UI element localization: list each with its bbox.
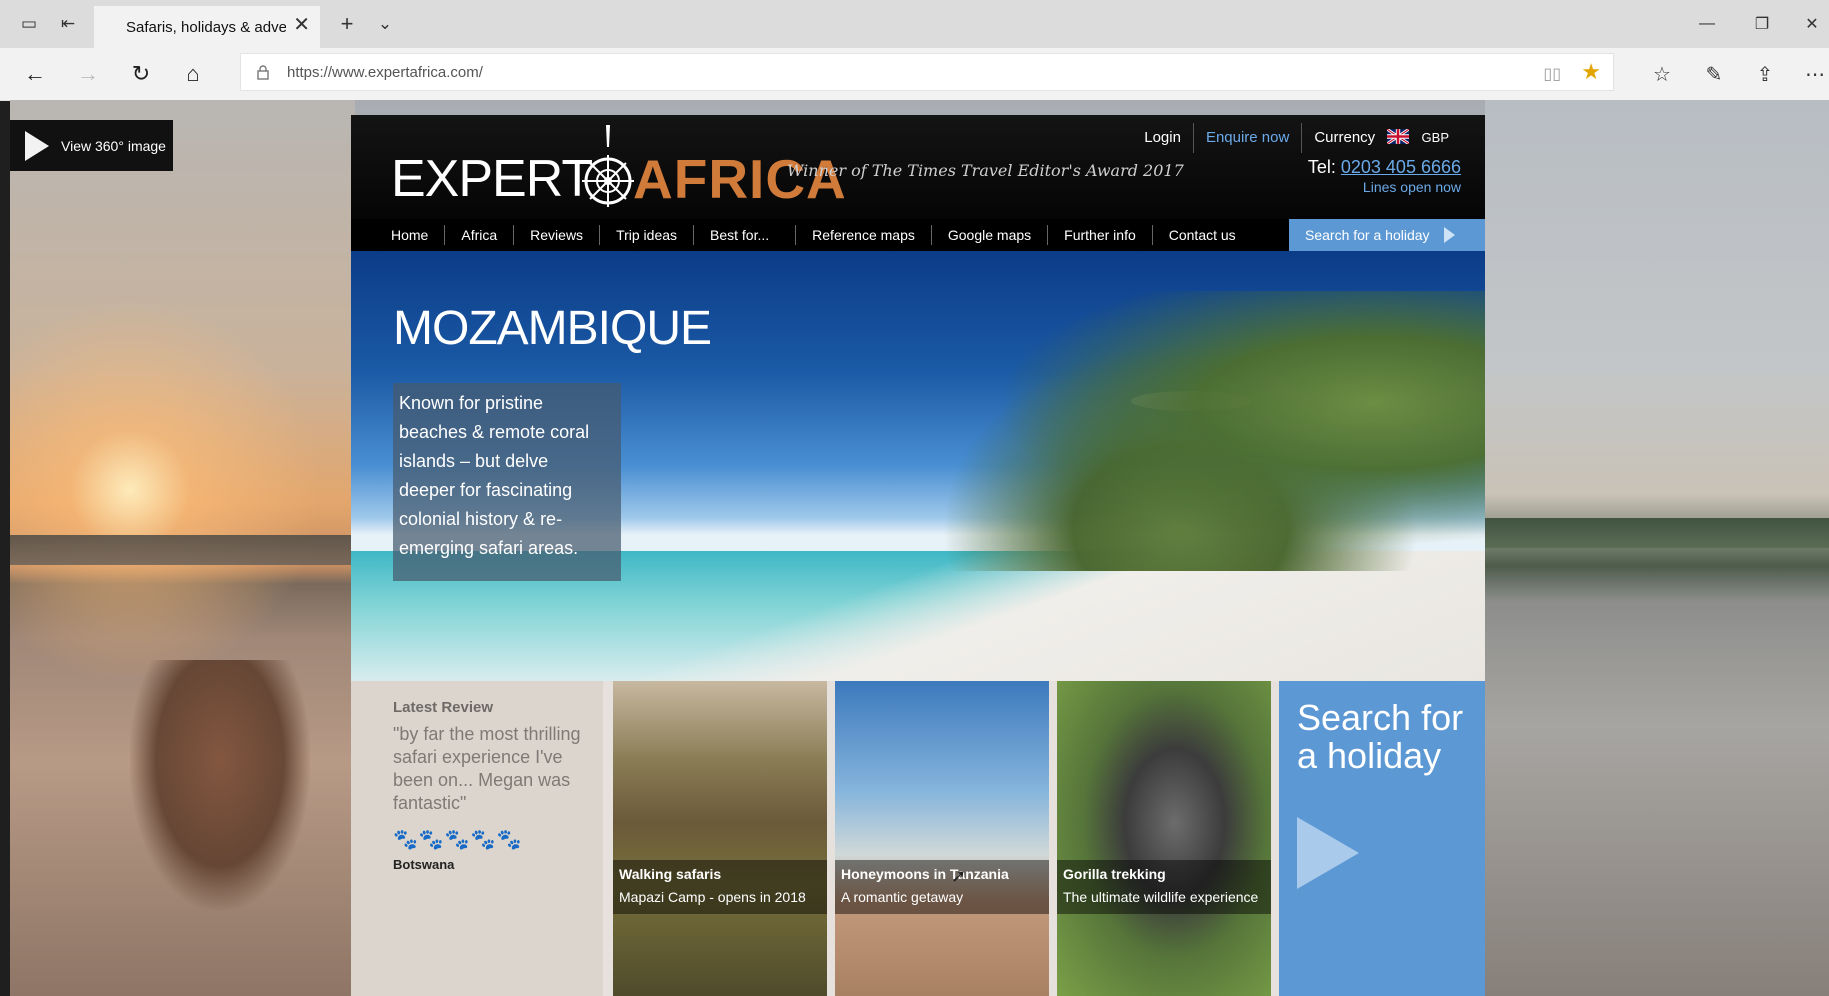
tel-number-link[interactable]: 0203 405 6666	[1341, 157, 1461, 177]
enquire-now-link[interactable]: Enquire now	[1192, 123, 1301, 153]
page-viewport: View 360° image EXPERT AFRICA Winner of …	[10, 100, 1829, 996]
browser-tab[interactable]: Safaris, holidays & adve ✕	[94, 6, 320, 48]
close-icon[interactable]: ✕	[293, 15, 310, 35]
nav-item-africa[interactable]: Africa	[444, 225, 513, 245]
tab-aside-icon[interactable]: ▭	[16, 12, 42, 36]
home-icon[interactable]: ⌂	[178, 60, 208, 88]
tile-honeymoons-tanzania[interactable]: Honeymoons in Tanzania A romantic getawa…	[835, 681, 1049, 996]
tile-subtitle: A romantic getaway	[841, 889, 964, 905]
tile-caption: Walking safaris Mapazi Camp - opens in 2…	[613, 860, 827, 914]
nav-item-reviews[interactable]: Reviews	[513, 225, 599, 245]
feature-tiles: Latest Review "by far the most thrilling…	[351, 681, 1485, 996]
favorites-icon[interactable]: ☆	[1647, 60, 1677, 88]
tile-subtitle: The ultimate wildlife experience	[1063, 889, 1259, 905]
browser-tab-bar: ▭ ⇤ Safaris, holidays & adve ✕ + ⌄ — ❐ ✕	[0, 0, 1829, 48]
favorite-star-icon[interactable]: ★	[1581, 59, 1601, 85]
currency-selector[interactable]: Currency GBP	[1301, 123, 1461, 153]
login-link[interactable]: Login	[1132, 123, 1193, 153]
compass-icon	[582, 125, 634, 207]
latest-review-panel[interactable]: Latest Review "by far the most thrilling…	[351, 681, 603, 996]
play-arrow-icon	[1443, 227, 1455, 243]
address-toolbar: ← → ↻ ⌂ https://www.expertafrica.com/ ▯▯…	[0, 48, 1829, 101]
restore-icon[interactable]: ❐	[1745, 12, 1779, 36]
view-360-button[interactable]: View 360° image	[10, 120, 173, 171]
hero-title: MOZAMBIQUE	[393, 302, 712, 355]
tile-title: Walking safaris	[619, 866, 722, 882]
tab-title: Safaris, holidays & adve	[126, 18, 286, 36]
back-icon[interactable]: ←	[20, 60, 50, 88]
lines-open-text: Lines open now	[1362, 179, 1461, 195]
review-heading: Latest Review	[393, 699, 494, 716]
background-shoreline	[1485, 518, 1829, 548]
pen-icon[interactable]: ✎	[1699, 60, 1729, 88]
tile-gorilla-trekking[interactable]: Gorilla trekking The ultimate wildlife e…	[1057, 681, 1271, 996]
tile-walking-safaris[interactable]: Walking safaris Mapazi Camp - opens in 2…	[613, 681, 827, 996]
play-icon	[1297, 817, 1359, 889]
background-photo-right	[1485, 100, 1829, 996]
more-icon[interactable]: ⋯	[1800, 60, 1829, 88]
new-tab-icon[interactable]: +	[334, 11, 360, 36]
nav-item-further-info[interactable]: Further info	[1047, 225, 1152, 245]
reading-view-icon[interactable]: ▯▯	[1543, 64, 1561, 84]
site-header: EXPERT AFRICA Winner of The Times Travel…	[351, 115, 1485, 219]
tile-caption: Honeymoons in Tanzania A romantic getawa…	[835, 860, 1049, 914]
lock-icon	[257, 65, 269, 80]
tile-title: Gorilla trekking	[1063, 866, 1166, 882]
hero-text: Known for pristine beaches & remote cora…	[399, 393, 590, 558]
tel-label: Tel:	[1307, 157, 1336, 177]
currency-label: Currency	[1314, 129, 1376, 146]
view-360-label: View 360° image	[61, 137, 166, 154]
window-close-icon[interactable]: ✕	[1795, 12, 1829, 36]
nav-item-google-maps[interactable]: Google maps	[930, 225, 1047, 245]
review-place: Botswana	[393, 857, 455, 872]
nav-item-best-for[interactable]: Best for...	[693, 225, 795, 245]
nav-item-contact-us[interactable]: Contact us	[1151, 225, 1252, 245]
forward-icon[interactable]: →	[73, 60, 103, 88]
review-quote: "by far the most thrilling safari experi…	[393, 724, 581, 813]
mouse-cursor-icon: ➚	[951, 866, 967, 886]
main-nav: Home Africa Reviews Trip ideas Best for.…	[351, 219, 1485, 251]
nav-item-trip-ideas[interactable]: Trip ideas	[599, 225, 693, 245]
expert-africa-logo[interactable]: EXPERT AFRICA	[391, 123, 846, 213]
nav-item-reference-maps[interactable]: Reference maps	[795, 225, 931, 245]
award-text: Winner of The Times Travel Editor's Awar…	[787, 161, 1184, 180]
nav-item-home[interactable]: Home	[375, 225, 444, 245]
currency-code: GBP	[1421, 130, 1449, 145]
nav-search-button[interactable]: Search for a holiday	[1289, 219, 1485, 251]
hero-text-box: Known for pristine beaches & remote cora…	[393, 383, 621, 581]
hero-trees	[931, 291, 1485, 571]
play-icon	[25, 130, 49, 161]
tile-caption: Gorilla trekking The ultimate wildlife e…	[1057, 860, 1271, 914]
background-hills	[10, 535, 355, 565]
url-field[interactable]: https://www.expertafrica.com/ ▯▯ ★	[240, 53, 1614, 91]
search-holiday-title: Search for a holiday	[1297, 697, 1464, 776]
tile-title: Honeymoons in Tanzania	[841, 866, 1009, 882]
top-links: Login Enquire now Currency GBP	[1132, 123, 1461, 153]
minimize-icon[interactable]: —	[1690, 12, 1724, 36]
hero-banner: MOZAMBIQUE Known for pristine beaches & …	[351, 251, 1485, 681]
share-icon[interactable]: ⇪	[1750, 60, 1780, 88]
site-container: EXPERT AFRICA Winner of The Times Travel…	[351, 115, 1485, 996]
search-holiday-tile[interactable]: Search for a holiday	[1279, 681, 1485, 996]
url-text: https://www.expertafrica.com/	[287, 64, 483, 81]
background-person-in-chair	[130, 660, 310, 910]
refresh-icon[interactable]: ↻	[126, 60, 156, 88]
logo-expert-text: EXPERT	[391, 150, 593, 208]
paw-rating-icon: 🐾🐾🐾🐾🐾	[393, 829, 523, 851]
uk-flag-icon	[1387, 129, 1410, 144]
telephone: Tel: 0203 405 6666	[1308, 157, 1461, 178]
nav-search-label: Search for a holiday	[1305, 227, 1430, 243]
tab-back-icon[interactable]: ⇤	[55, 12, 81, 36]
tile-subtitle: Mapazi Camp - opens in 2018	[619, 889, 806, 905]
tab-list-icon[interactable]: ⌄	[372, 12, 398, 36]
